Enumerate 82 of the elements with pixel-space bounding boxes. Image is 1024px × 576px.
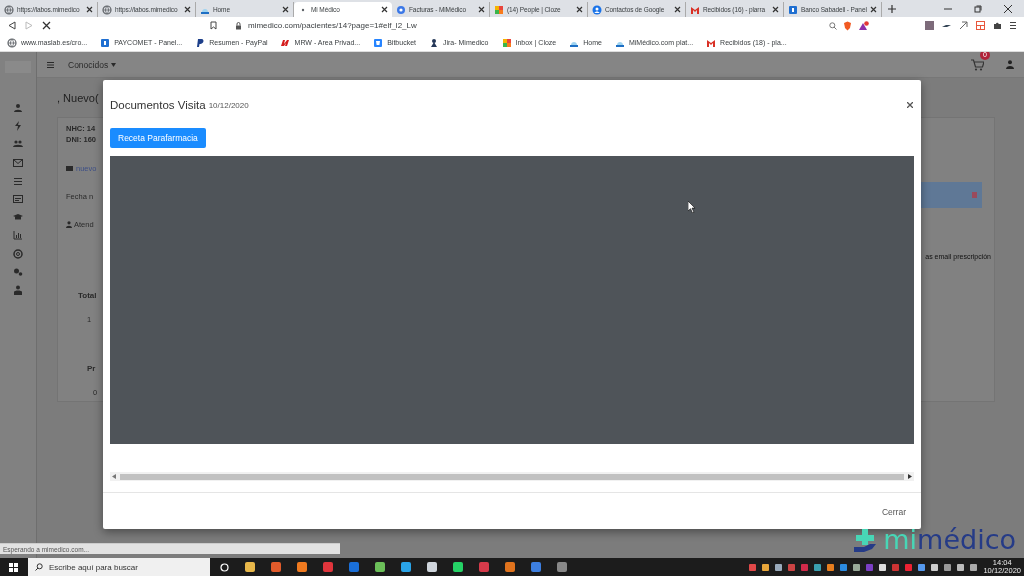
site-icon [788, 4, 798, 15]
extension-icon[interactable] [959, 21, 968, 30]
close-icon[interactable] [907, 102, 913, 108]
new-tab-icon[interactable] [888, 4, 896, 13]
scroll-thumb[interactable] [120, 473, 904, 480]
app-icon[interactable] [245, 562, 255, 572]
bookmark-icon[interactable] [210, 21, 217, 30]
close-icon[interactable] [381, 6, 388, 13]
app-icon[interactable] [271, 562, 281, 572]
horizontal-scrollbar[interactable] [110, 472, 914, 481]
mail-icon [706, 37, 717, 48]
bolt-icon[interactable] [13, 121, 23, 132]
app-icon[interactable] [349, 562, 359, 572]
search-icon[interactable] [829, 21, 837, 30]
card-icon[interactable] [13, 193, 23, 204]
cart-icon[interactable] [971, 58, 984, 71]
globe-icon [396, 4, 406, 15]
column-header: Total [78, 291, 97, 300]
stop-icon[interactable] [42, 21, 51, 30]
close-icon[interactable] [184, 6, 191, 13]
app-icon[interactable] [323, 562, 333, 572]
maximize-icon[interactable] [974, 4, 982, 13]
brand-logo: mimédico [883, 526, 1016, 553]
cortana-icon[interactable] [220, 562, 229, 572]
shield-icon[interactable] [843, 20, 852, 31]
scroll-left-icon[interactable] [112, 474, 116, 479]
paypal-icon [195, 37, 206, 48]
dialog-title: Documentos Visita [110, 99, 206, 111]
close-icon[interactable] [576, 6, 583, 13]
app-icon[interactable] [557, 562, 567, 572]
back-icon[interactable] [8, 21, 16, 30]
app-icon[interactable] [505, 562, 515, 572]
cap-icon[interactable] [13, 212, 23, 223]
close-icon[interactable] [674, 6, 681, 13]
contact-icon [592, 4, 602, 15]
user-icon[interactable] [1006, 60, 1014, 69]
mail-icon [690, 4, 700, 15]
site-icon [494, 4, 504, 15]
caret-icon [111, 62, 117, 67]
app-icon[interactable] [453, 562, 463, 572]
bucket-icon [373, 37, 384, 48]
triangle-icon[interactable] [858, 20, 869, 31]
nav-menu[interactable]: Conocidos [68, 59, 117, 70]
group-icon[interactable] [13, 139, 23, 150]
search-field[interactable]: Escribe aquí para buscar [28, 558, 210, 576]
scroll-right-icon[interactable] [908, 474, 912, 479]
app-icon[interactable] [375, 562, 385, 572]
close-icon[interactable] [772, 6, 779, 13]
close-icon[interactable] [1004, 4, 1012, 13]
person-icon [66, 221, 72, 228]
close-button[interactable]: Cerrar [881, 507, 906, 517]
site-icon [100, 37, 111, 48]
column-header: Pr [87, 364, 96, 373]
app-icon[interactable] [297, 562, 307, 572]
close-icon[interactable] [282, 6, 289, 13]
site-icon [501, 37, 512, 48]
address-field[interactable]: mimedico.com/pacientes/14?page=1#elf_l2_Lw [248, 21, 823, 30]
app-icon[interactable] [479, 562, 489, 572]
visit-date: 10/12/2020 [208, 100, 249, 110]
list-icon[interactable] [13, 175, 23, 186]
cursor-icon [688, 201, 696, 213]
globe-icon [7, 37, 17, 48]
site-icon [429, 37, 439, 48]
app-icon[interactable] [401, 562, 411, 572]
close-icon[interactable] [478, 6, 485, 13]
lock-icon[interactable] [235, 21, 242, 30]
page-heading: , Nuevo( [57, 92, 99, 104]
ring-icon[interactable] [13, 248, 23, 259]
globe-icon [4, 4, 14, 15]
menu-icon[interactable] [47, 61, 54, 68]
menu-icon[interactable] [1010, 21, 1016, 30]
chart-icon[interactable] [13, 230, 23, 241]
close-icon[interactable] [86, 6, 93, 13]
globe-icon [102, 4, 112, 15]
close-icon[interactable] [870, 6, 877, 13]
app-icon[interactable] [427, 562, 437, 572]
search-icon [35, 563, 43, 571]
user-icon[interactable] [13, 284, 23, 295]
person-icon[interactable] [13, 103, 23, 113]
start-icon[interactable] [9, 562, 18, 572]
app-icon[interactable] [531, 562, 541, 572]
site-icon [280, 37, 291, 48]
